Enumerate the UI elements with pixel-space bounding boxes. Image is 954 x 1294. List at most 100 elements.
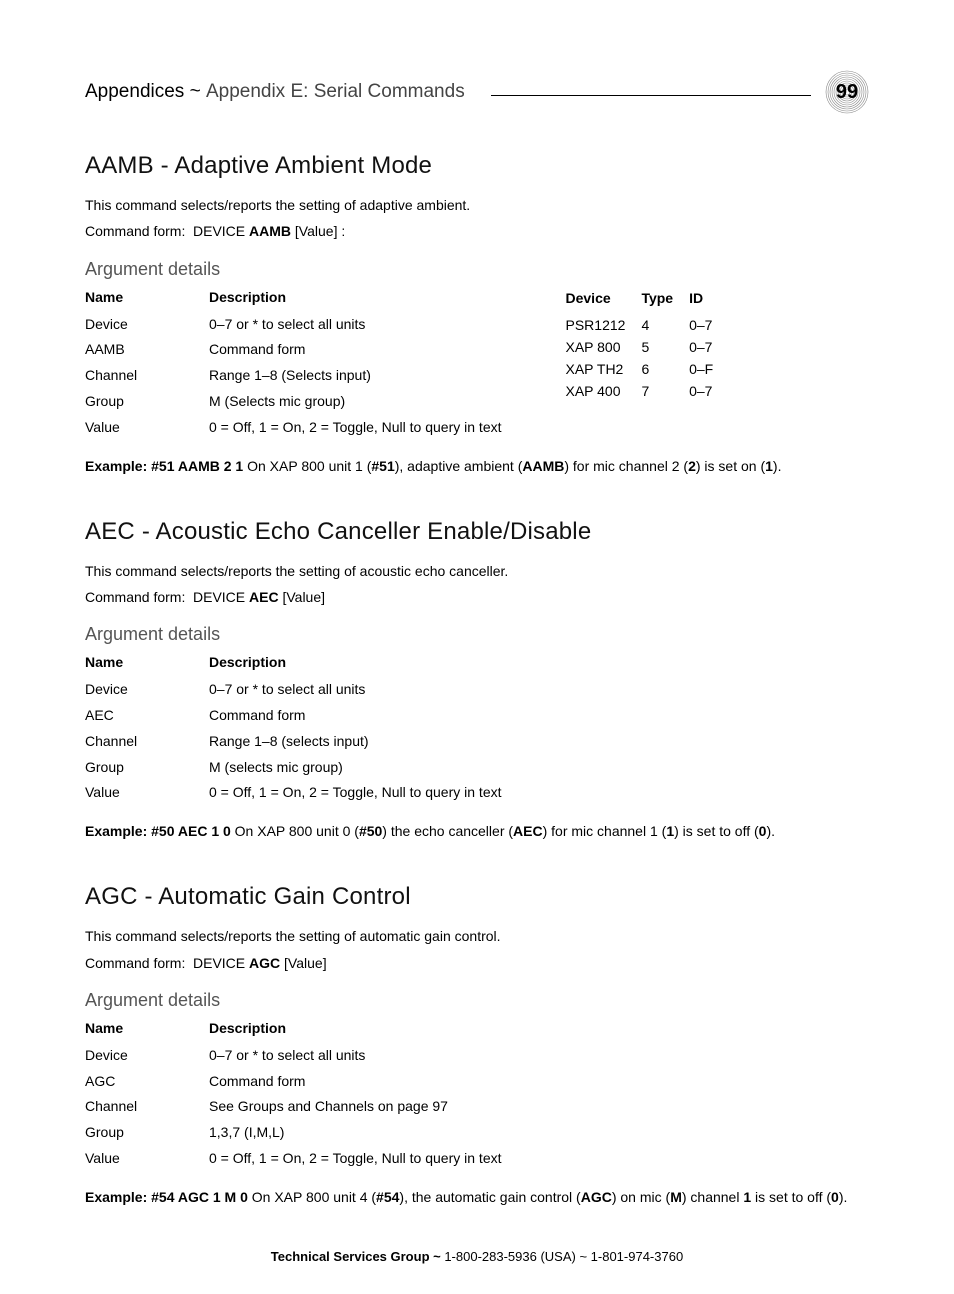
command-form-post: [Value] (280, 955, 326, 971)
example-text: On XAP 800 unit 1 ( (243, 458, 371, 474)
table-row: XAP TH260–F (566, 359, 730, 381)
header-rule (491, 95, 811, 96)
arg-name: AAMB (85, 337, 209, 363)
device-type: 7 (641, 381, 689, 403)
example-bold: 1 (743, 1189, 751, 1205)
table-row: Device0–7 or * to select all units (85, 677, 526, 703)
example-command: #51 AAMB 2 1 (151, 458, 243, 474)
device-id: 0–7 (689, 315, 729, 337)
arg-name: Value (85, 415, 209, 441)
arg-name: Channel (85, 1094, 209, 1120)
page-number-badge: 99 (825, 70, 869, 114)
table-row: Value0 = Off, 1 = On, 2 = Toggle, Null t… (85, 415, 526, 441)
table-row: ChannelSee Groups and Channels on page 9… (85, 1094, 526, 1120)
command-form-keyword: AGC (249, 955, 280, 971)
example-bold: #54 (376, 1189, 399, 1205)
arg-name: Channel (85, 363, 209, 389)
command-form-pre: DEVICE (193, 955, 249, 971)
example-text: ) for mic channel 2 ( (564, 458, 688, 474)
example-bold: #51 (371, 458, 394, 474)
table-row: XAP 80050–7 (566, 337, 730, 359)
example-bold: #50 (359, 823, 382, 839)
example-lead: Example: (85, 458, 151, 474)
arg-desc: M (selects mic group) (209, 755, 526, 781)
command-intro: This command selects/reports the setting… (85, 925, 869, 947)
page-header: Appendices ~ Appendix E: Serial Commands… (85, 70, 869, 114)
col-name: Name (85, 649, 209, 677)
command-form-post: [Value] : (291, 223, 345, 239)
table-row: ChannelRange 1–8 (selects input) (85, 729, 526, 755)
arg-desc: 0 = Off, 1 = On, 2 = Toggle, Null to que… (209, 780, 526, 806)
table-row: AAMBCommand form (85, 337, 526, 363)
arg-desc: 0 = Off, 1 = On, 2 = Toggle, Null to que… (209, 1146, 526, 1172)
argument-block: NameDescriptionDevice0–7 or * to select … (85, 649, 869, 806)
device-table: DeviceTypeIDPSR121240–7XAP 80050–7XAP TH… (566, 286, 730, 402)
device-type: 6 (641, 359, 689, 381)
col-desc: Description (209, 1015, 526, 1043)
table-row: Group1,3,7 (I,M,L) (85, 1120, 526, 1146)
example-text: ), the automatic gain control ( (399, 1189, 580, 1205)
footer-text: 1-800-283-5936 (USA) ~ 1-801-974-3760 (444, 1249, 683, 1264)
example-bold: AEC (513, 823, 543, 839)
example-text: On XAP 800 unit 4 ( (248, 1189, 376, 1205)
table-row: AGCCommand form (85, 1069, 526, 1095)
device-name: XAP 400 (566, 381, 642, 403)
command-section: AGC - Automatic Gain Control This command… (85, 883, 869, 1209)
example-bold: AGC (581, 1189, 612, 1205)
argument-block: NameDescriptionDevice0–7 or * to select … (85, 1015, 869, 1172)
table-row: AECCommand form (85, 703, 526, 729)
command-form-label: Command form: (85, 586, 193, 608)
example-lead: Example: (85, 823, 151, 839)
example-text: ) is set to off ( (674, 823, 759, 839)
command-form: Command form:DEVICE AGC [Value] (85, 952, 869, 974)
arg-desc: 0 = Off, 1 = On, 2 = Toggle, Null to que… (209, 415, 526, 441)
arg-name: Channel (85, 729, 209, 755)
command-title: AGC - Automatic Gain Control (85, 883, 869, 911)
col-device: Device (566, 286, 642, 316)
device-type: 4 (641, 315, 689, 337)
argument-details-heading: Argument details (85, 624, 869, 645)
argument-table: NameDescriptionDevice0–7 or * to select … (85, 284, 526, 441)
example-text: ). (839, 1189, 848, 1205)
command-form-pre: DEVICE (193, 589, 249, 605)
example-text: is set to off ( (751, 1189, 831, 1205)
table-row: GroupM (Selects mic group) (85, 389, 526, 415)
example: Example: #54 AGC 1 M 0 On XAP 800 unit 4… (85, 1186, 869, 1209)
example-text: On XAP 800 unit 0 ( (231, 823, 359, 839)
command-form-keyword: AEC (249, 589, 279, 605)
breadcrumb-strong: Appendices ~ (85, 81, 206, 102)
page-footer: Technical Services Group ~ 1-800-283-593… (85, 1249, 869, 1264)
example-text: ) the echo canceller ( (382, 823, 513, 839)
arg-desc: M (Selects mic group) (209, 389, 526, 415)
device-id: 0–F (689, 359, 729, 381)
device-type: 5 (641, 337, 689, 359)
example-text: ) is set on ( (696, 458, 765, 474)
command-form-keyword: AAMB (249, 223, 291, 239)
example-text: ). (766, 823, 775, 839)
document-page: Appendices ~ Appendix E: Serial Commands… (0, 0, 954, 1294)
command-form-pre: DEVICE (193, 223, 249, 239)
col-desc: Description (209, 284, 526, 312)
table-row: Device0–7 or * to select all units (85, 312, 526, 338)
command-intro: This command selects/reports the setting… (85, 560, 869, 582)
example-text: ) for mic channel 1 ( (543, 823, 667, 839)
command-form-label: Command form: (85, 220, 193, 242)
example-bold: 2 (688, 458, 696, 474)
arg-name: Device (85, 677, 209, 703)
arg-desc: Command form (209, 337, 526, 363)
table-row: PSR121240–7 (566, 315, 730, 337)
example-command: #54 AGC 1 M 0 (151, 1189, 248, 1205)
col-name: Name (85, 284, 209, 312)
col-id: ID (689, 286, 729, 316)
arg-name: Device (85, 312, 209, 338)
device-id: 0–7 (689, 381, 729, 403)
device-id: 0–7 (689, 337, 729, 359)
example-bold: 1 (765, 458, 773, 474)
argument-table: NameDescriptionDevice0–7 or * to select … (85, 649, 526, 806)
col-type: Type (641, 286, 689, 316)
arg-desc: 0–7 or * to select all units (209, 677, 526, 703)
arg-name: Device (85, 1043, 209, 1069)
example-text: ) channel (682, 1189, 743, 1205)
device-name: XAP TH2 (566, 359, 642, 381)
table-row: Device0–7 or * to select all units (85, 1043, 526, 1069)
